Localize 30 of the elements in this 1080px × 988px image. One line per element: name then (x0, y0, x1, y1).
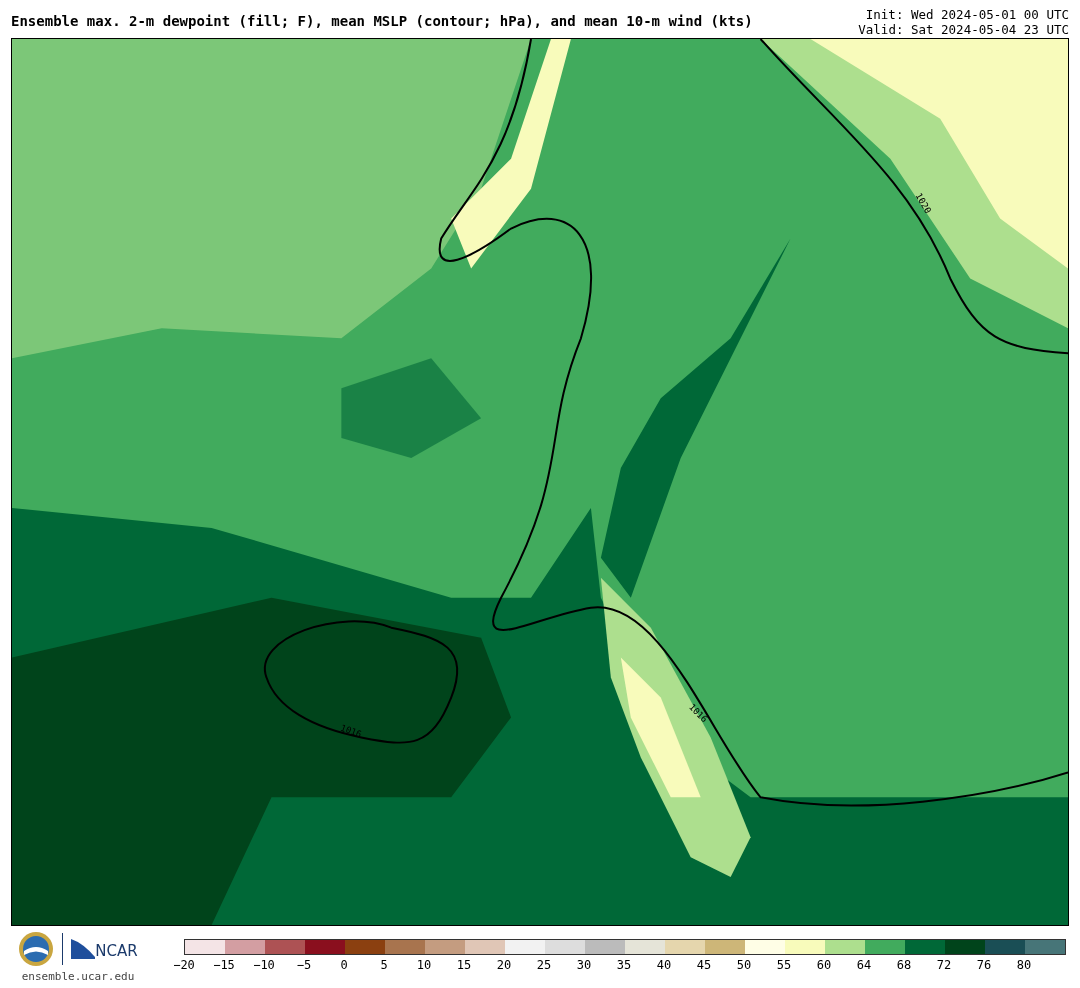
website-url: ensemble.ucar.edu (21, 969, 135, 985)
valid-time: Valid: Sat 2024-05-04 23 UTC (858, 22, 1069, 37)
scale-tick-label: 20 (495, 959, 513, 971)
scale-tick-label: 35 (615, 959, 633, 971)
scale-tick-label: 15 (455, 959, 473, 971)
scale-tick-label: 5 (379, 959, 389, 971)
scale-tick-label: −20 (172, 959, 196, 971)
scale-tick-label: 30 (575, 959, 593, 971)
scale-tick-label: 80 (1015, 959, 1033, 971)
scale-tick-label: 25 (535, 959, 553, 971)
scale-tick-label: 0 (339, 959, 349, 971)
scale-tick-label: −15 (212, 959, 236, 971)
init-time: Init: Wed 2024-05-01 00 UTC (865, 7, 1069, 22)
logo-text: NCAR (95, 944, 138, 959)
scale-tick-label: 10 (415, 959, 433, 971)
scale-tick-label: 72 (935, 959, 953, 971)
scale-tick-label: 50 (735, 959, 753, 971)
swoosh-icon (71, 939, 96, 959)
scale-tick-label: 45 (695, 959, 713, 971)
scale-tick-label: 40 (655, 959, 673, 971)
scale-tick-label: 68 (895, 959, 913, 971)
emblem-icon (18, 931, 55, 967)
contour-label: 1016 (339, 723, 363, 740)
scale-tick-label: 60 (815, 959, 833, 971)
scale-tick-label: 76 (975, 959, 993, 971)
scale-tick-label: 64 (855, 959, 873, 971)
scale-tick-label: −10 (252, 959, 276, 971)
scale-tick-label: 55 (775, 959, 793, 971)
chart-title: Ensemble max. 2-m dewpoint (fill; F), mean MSLP (contour; hPa), and mean 10-m wind (kts) (11, 14, 753, 28)
scale-tick-label: −5 (295, 959, 313, 971)
